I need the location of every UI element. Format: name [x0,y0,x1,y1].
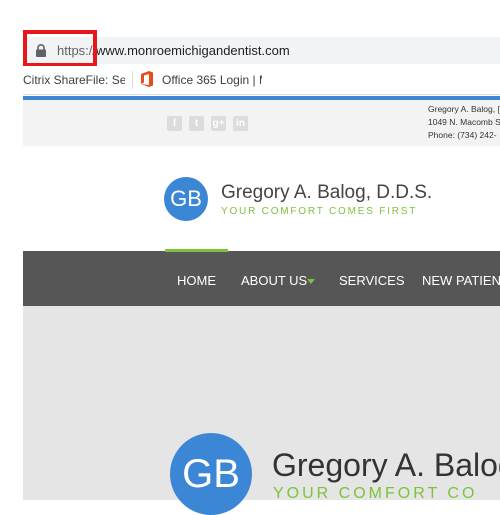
linkedin-icon[interactable]: in [233,116,248,131]
site-logo-badge[interactable]: GB [164,177,208,221]
office-phone[interactable]: Phone: (734) 242- [428,130,497,140]
bookmark-separator [132,71,133,89]
nav-item-home[interactable]: HOME [177,273,216,288]
nav-item-services[interactable]: SERVICES [339,273,405,288]
nav-active-indicator [165,249,228,252]
twitter-icon[interactable]: t [189,116,204,131]
nav-item-about-us[interactable]: ABOUT US [241,273,307,288]
hero-logo-badge: GB [170,433,252,515]
facebook-icon[interactable]: f [167,116,182,131]
url-host: /www.monroemichigandentist.com [92,43,290,58]
google-plus-icon[interactable]: g+ [211,116,226,131]
site-logo-name[interactable]: Gregory A. Balog, D.D.S. [221,182,432,204]
hero-tagline: YOUR COMFORT CO [273,485,478,502]
chevron-down-icon [307,279,315,284]
bookmark-citrix-sharefile[interactable]: Citrix ShareFile: Secu [23,73,125,87]
nav-item-new-patients[interactable]: NEW PATIENTS [422,273,500,288]
office-address: 1049 N. Macomb S [428,117,500,127]
bookmark-office-365[interactable]: Office 365 Login | Mi [162,73,262,87]
site-logo-tagline: YOUR COMFORT COMES FIRST [221,206,418,217]
office-365-icon [141,71,153,87]
hero-title: Gregory A. Balog [272,447,500,483]
office-name: Gregory A. Balog, [ [428,104,500,114]
highlight-box [23,30,97,67]
